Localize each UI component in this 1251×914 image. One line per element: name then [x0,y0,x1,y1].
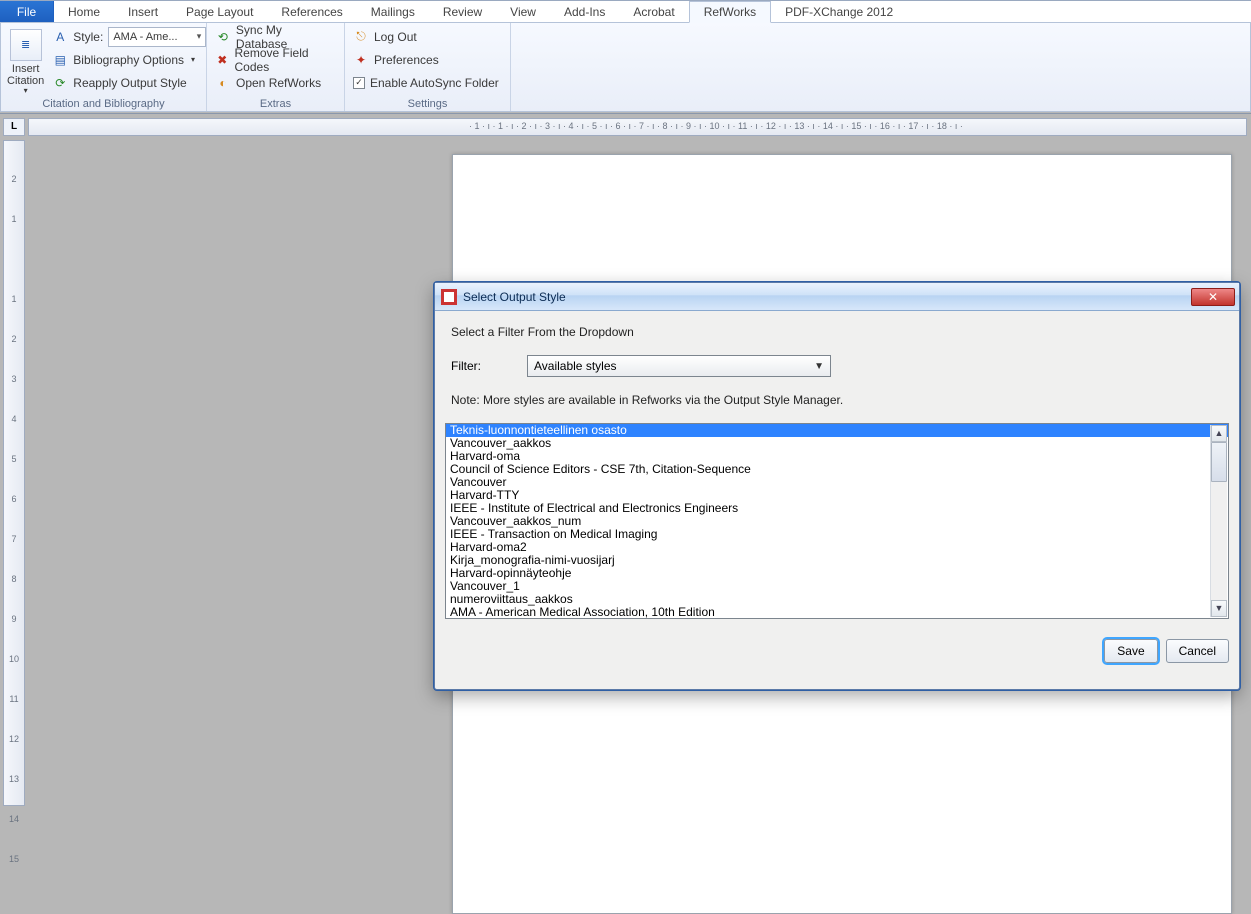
refresh-icon: ⟳ [52,75,68,91]
style-icon: A [52,29,68,45]
filter-dropdown[interactable]: Available styles▼ [527,355,831,377]
style-listbox[interactable]: Teknis-luonnontieteellinen osastoVancouv… [445,423,1229,619]
enable-autosync-checkbox[interactable]: ✓ Enable AutoSync Folder [351,72,501,93]
ruler-tick: 9 [11,599,16,639]
style-label: Style: [73,30,103,44]
ruler-tick: 7 [11,519,16,559]
tab-review[interactable]: Review [429,1,496,22]
select-output-style-dialog: Select Output Style ✕ Select a Filter Fr… [434,282,1240,690]
scroll-up-icon[interactable]: ▲ [1211,425,1227,442]
ruler-tick: 14 [9,799,19,839]
preferences-button[interactable]: ✦ Preferences [351,49,501,70]
filter-label: Filter: [451,359,481,373]
ruler-tick: 15 [9,839,19,879]
tab-insert[interactable]: Insert [114,1,172,22]
style-list-item[interactable]: AMA - American Medical Association, 10th… [446,606,1228,619]
scroll-thumb[interactable] [1211,442,1227,482]
vertical-ruler[interactable]: 21123456789101112131415 [3,140,25,806]
tab-mailings[interactable]: Mailings [357,1,429,22]
tab-acrobat[interactable]: Acrobat [619,1,688,22]
style-list-item[interactable]: Vancouver_aakkos [446,437,1228,450]
ribbon: ≣ Insert Citation ▾ A Style: AMA - Ame..… [0,22,1251,112]
ruler-tick: 11 [9,679,18,719]
style-row: A Style: AMA - Ame...▾ [50,26,208,47]
group-label-settings: Settings [351,96,504,110]
insert-citation-button[interactable]: ≣ Insert Citation ▾ [7,26,44,96]
ruler-tick: 13 [9,759,19,799]
logout-icon: ⎋ [353,29,369,45]
tab-page-layout[interactable]: Page Layout [172,1,267,22]
ruler-tick: 2 [11,159,16,199]
ruler-tick: 1 [11,279,16,319]
ruler-tick: 4 [11,399,16,439]
cancel-button[interactable]: Cancel [1166,639,1229,663]
tab-file[interactable]: File [0,1,54,22]
ruler-tick: 1 [11,199,16,239]
style-list-item[interactable]: Harvard-opinnäyteohje [446,567,1228,580]
group-label-citation: Citation and Bibliography [7,96,200,110]
ruler-tick: 12 [9,719,19,759]
open-refworks-button[interactable]: ◐ Open RefWorks [213,72,338,93]
book-icon: ▤ [52,52,68,68]
tab-add-ins[interactable]: Add-Ins [550,1,619,22]
gear-icon: ✦ [353,52,369,68]
ruler-corner[interactable]: L [3,118,25,136]
horizontal-ruler[interactable]: · 1 · ı · 1 · ı · 2 · ı · 3 · ı · 4 · ı … [28,118,1247,136]
ruler-tick: 2 [11,319,16,359]
checkbox-icon: ✓ [353,77,365,89]
citation-icon: ≣ [21,39,30,51]
style-dropdown[interactable]: AMA - Ame...▾ [108,27,206,47]
ruler-tick: 8 [11,559,16,599]
scroll-down-icon[interactable]: ▼ [1211,600,1227,617]
style-list-item[interactable]: Vancouver [446,476,1228,489]
group-label-extras: Extras [213,96,338,110]
dialog-note-text: Note: More styles are available in Refwo… [451,393,1229,407]
log-out-button[interactable]: ⎋ Log Out [351,26,501,47]
bibliography-options-button[interactable]: ▤ Bibliography Options ▾ [50,49,208,70]
dialog-header-text: Select a Filter From the Dropdown [451,325,1229,339]
remove-icon: ✖ [215,52,230,68]
dialog-titlebar[interactable]: Select Output Style ✕ [435,283,1239,311]
ruler-tick: 3 [11,359,16,399]
close-icon: ✕ [1208,290,1218,304]
tab-view[interactable]: View [496,1,550,22]
reapply-output-style-button[interactable]: ⟳ Reapply Output Style [50,72,208,93]
style-list-item[interactable]: IEEE - Transaction on Medical Imaging [446,528,1228,541]
remove-field-codes-button[interactable]: ✖ Remove Field Codes [213,49,338,70]
tab-references[interactable]: References [267,1,356,22]
app-icon [441,289,457,305]
ruler-tick: 10 [9,639,19,679]
globe-icon: ◐ [215,75,231,91]
style-list-item[interactable]: Council of Science Editors - CSE 7th, Ci… [446,463,1228,476]
sync-my-database-button[interactable]: ⟲ Sync My Database [213,26,338,47]
ruler-tick: 6 [11,479,16,519]
tab-home[interactable]: Home [54,1,114,22]
ribbon-tabbar: File Home Insert Page Layout References … [0,0,1251,22]
sync-icon: ⟲ [215,29,231,45]
tab-pdf-xchange[interactable]: PDF-XChange 2012 [771,1,907,22]
close-button[interactable]: ✕ [1191,288,1235,306]
save-button[interactable]: Save [1104,639,1157,663]
listbox-scrollbar[interactable]: ▲▼ [1210,425,1227,617]
tab-refworks[interactable]: RefWorks [689,1,771,23]
dialog-title: Select Output Style [463,290,566,304]
chevron-down-icon: ▼ [814,361,824,372]
ruler-tick: 5 [11,439,16,479]
style-list-item[interactable]: Teknis-luonnontieteellinen osasto [446,424,1228,437]
